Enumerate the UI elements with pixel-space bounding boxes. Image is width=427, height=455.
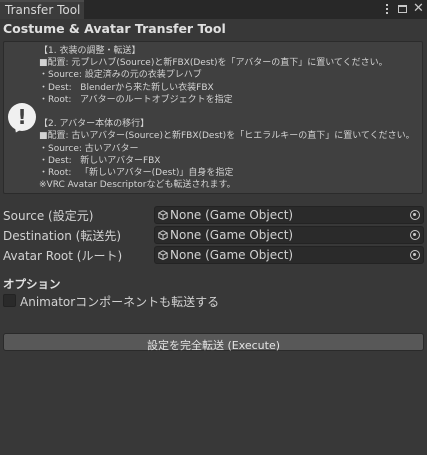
object-picker-icon[interactable] xyxy=(410,230,420,240)
cube-icon xyxy=(158,210,168,220)
source-object-field[interactable]: None (Game Object) xyxy=(154,206,424,224)
help-line: ・Dest: 新しいアバターFBX xyxy=(39,155,161,166)
transfer-animator-checkbox[interactable] xyxy=(3,294,16,307)
help-box: ! 【1. 衣装の調整・転送】 ■配置: 元プレハブ(Source)と新FBX(… xyxy=(3,41,423,194)
destination-value: None (Game Object) xyxy=(170,228,294,242)
object-picker-icon[interactable] xyxy=(410,250,420,260)
help-line: 【2. アバター本体の移行】 xyxy=(39,119,150,130)
maximize-icon[interactable] xyxy=(397,3,409,16)
avatar-root-label: Avatar Root (ルート) xyxy=(3,249,123,263)
tool-title: Costume & Avatar Transfer Tool xyxy=(3,21,226,36)
avatar-root-field-row: Avatar Root (ルート) None (Game Object) xyxy=(3,246,424,264)
avatar-root-value: None (Game Object) xyxy=(170,248,294,262)
help-line: ・Source: 設定済みの元の衣装プレハブ xyxy=(39,70,202,81)
kebab-menu-icon[interactable] xyxy=(381,3,393,16)
close-icon[interactable]: ✕ xyxy=(413,1,425,16)
source-label: Source (設定元) xyxy=(3,209,94,223)
avatar-root-object-field[interactable]: None (Game Object) xyxy=(154,246,424,264)
cube-icon xyxy=(158,250,168,260)
help-line: ・Root: アバターのルートオブジェクトを指定 xyxy=(39,94,233,105)
help-line xyxy=(39,106,415,118)
help-line: 【1. 衣装の調整・転送】 xyxy=(39,46,141,56)
source-field-row: Source (設定元) None (Game Object) xyxy=(3,206,424,224)
help-line: ・Root: 「新しいアバター(Dest)」自身を指定 xyxy=(39,167,234,178)
help-text: 【1. 衣装の調整・転送】 ■配置: 元プレハブ(Source)と新FBX(De… xyxy=(39,45,415,191)
help-line: ※VRC Avatar Descriptorなども転送されます。 xyxy=(39,180,236,191)
window-tab-bar: Transfer Tool ✕ xyxy=(0,0,427,19)
execute-button-label: 設定を完全転送 (Execute) xyxy=(146,339,281,352)
cube-icon xyxy=(158,230,168,240)
help-line: ・Dest: Blenderから来た新しい衣装FBX xyxy=(39,82,214,93)
options-heading: オプション xyxy=(3,277,61,291)
help-line: ■配置: 元プレハブ(Source)と新FBX(Dest)を「アバターの直下」に… xyxy=(39,58,388,69)
help-line: ・Source: 古いアバター xyxy=(39,143,139,154)
info-icon: ! xyxy=(8,103,36,131)
destination-field-row: Destination (転送先) None (Game Object) xyxy=(3,226,424,244)
tab-transfer-tool[interactable]: Transfer Tool xyxy=(0,0,84,19)
execute-button[interactable]: 設定を完全転送 (Execute) xyxy=(3,333,424,352)
transfer-animator-label: Animatorコンポーネントも転送する xyxy=(20,295,220,309)
object-picker-icon[interactable] xyxy=(410,210,420,220)
destination-object-field[interactable]: None (Game Object) xyxy=(154,226,424,244)
help-line: ■配置: 古いアバター(Source)と新FBX(Dest)を「ヒエラルキーの直… xyxy=(39,131,415,142)
destination-label: Destination (転送先) xyxy=(3,229,122,243)
tab-title: Transfer Tool xyxy=(5,3,81,17)
source-value: None (Game Object) xyxy=(170,208,294,222)
transfer-animator-toggle[interactable]: Animatorコンポーネントも転送する xyxy=(3,293,303,309)
window-controls: ✕ xyxy=(381,1,425,17)
